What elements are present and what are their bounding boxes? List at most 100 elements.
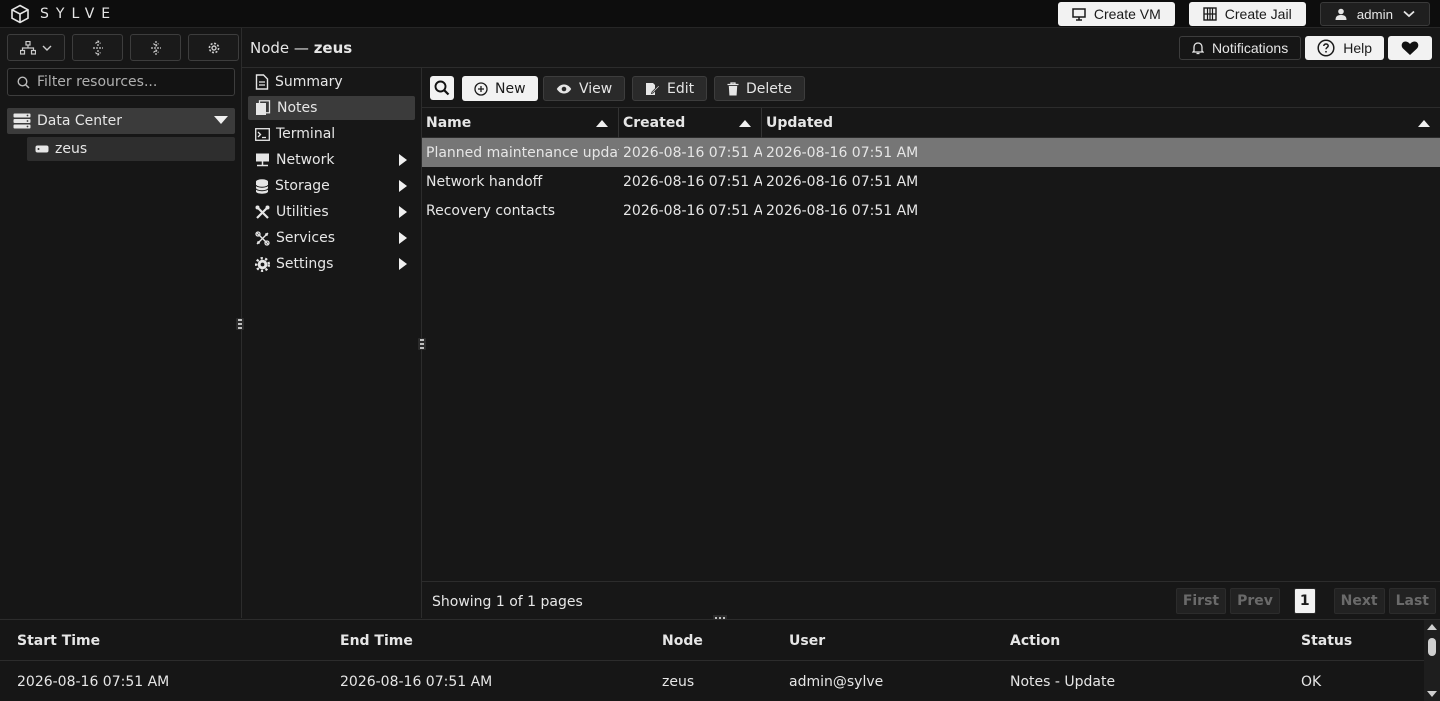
scroll-down-icon[interactable] [1427, 691, 1437, 697]
cluster-settings-button[interactable] [188, 34, 239, 61]
collapse-icon [149, 40, 163, 56]
menu-item-label: Utilities [276, 204, 329, 220]
cube-logo-icon [10, 4, 30, 24]
expand-all-button[interactable] [72, 34, 123, 61]
trash-icon [727, 81, 739, 96]
search-icon [17, 75, 30, 89]
column-label: Updated [766, 115, 834, 131]
menu-item-summary[interactable]: Summary [248, 70, 415, 94]
task-log-scrollbar[interactable] [1424, 620, 1440, 701]
menu-item-terminal[interactable]: Terminal [248, 122, 415, 146]
cell-user: admin@sylve [789, 674, 884, 690]
column-header-node[interactable]: Node [662, 633, 703, 649]
user-menu-button[interactable]: admin [1319, 2, 1430, 26]
caret-down-icon[interactable] [214, 116, 228, 124]
menu-item-settings[interactable]: Settings [248, 252, 415, 276]
column-label: Created [623, 115, 686, 131]
cell-created: 2026-08-16 07:51 AM [623, 144, 762, 161]
first-page-button[interactable]: First [1175, 588, 1227, 614]
next-page-button[interactable]: Next [1333, 588, 1385, 614]
edit-note-button[interactable]: Edit [632, 76, 708, 101]
cell-name: Network handoff [426, 173, 543, 190]
cog-icon [207, 41, 221, 55]
menu-item-services[interactable]: Services [248, 226, 415, 250]
sort-asc-icon[interactable] [596, 120, 608, 127]
cell-updated: 2026-08-16 07:51 AM [766, 144, 919, 161]
help-circle-icon [1317, 39, 1335, 57]
cell-created: 2026-08-16 07:51 AM [623, 202, 762, 219]
notes-icon [255, 100, 271, 116]
resource-filter[interactable] [7, 68, 235, 96]
column-header-action[interactable]: Action [1010, 633, 1060, 649]
filter-resources-input[interactable] [37, 74, 227, 90]
pagination-status: Showing 1 of 1 pages [432, 594, 583, 610]
node-menu: Summary Notes Terminal Network Storage U… [242, 68, 422, 618]
tree-item-node[interactable]: zeus [27, 137, 235, 161]
menu-item-utilities[interactable]: Utilities [248, 200, 415, 224]
create-jail-label: Create Jail [1224, 6, 1292, 22]
plus-circle-icon [474, 81, 488, 96]
chevron-down-icon [1403, 10, 1415, 18]
cell-end-time: 2026-08-16 07:51 AM [340, 674, 493, 690]
column-header-start-time[interactable]: Start Time [17, 633, 100, 649]
file-icon [255, 74, 269, 90]
search-icon [434, 80, 450, 96]
title-node-name: zeus [313, 39, 353, 57]
datacenter-label: Data Center [37, 113, 122, 129]
menu-item-label: Services [276, 230, 336, 246]
user-icon [1335, 8, 1347, 20]
delete-label: Delete [746, 80, 792, 97]
prev-page-button[interactable]: Prev [1230, 588, 1280, 614]
table-row[interactable]: Network handoff 2026-08-16 07:51 AM 2026… [422, 167, 1440, 196]
node-header: Node — zeus Notifications Help [242, 28, 1440, 68]
column-header-end-time[interactable]: End Time [340, 633, 413, 649]
sort-asc-icon[interactable] [1418, 120, 1430, 127]
hierarchy-icon [20, 40, 36, 55]
create-jail-button[interactable]: Create Jail [1188, 2, 1306, 26]
cell-node: zeus [662, 674, 695, 690]
menu-item-label: Summary [275, 74, 343, 90]
new-note-button[interactable]: New [462, 76, 538, 101]
collapse-all-button[interactable] [130, 34, 181, 61]
services-icon [255, 230, 270, 246]
help-button[interactable]: Help [1305, 36, 1384, 60]
notifications-button[interactable]: Notifications [1178, 36, 1302, 60]
title-prefix: Node — [250, 39, 314, 57]
brand[interactable]: SYLVE [0, 4, 117, 24]
last-page-button[interactable]: Last [1388, 588, 1436, 614]
table-row[interactable]: Planned maintenance updated 2026-08-16 0… [422, 138, 1440, 167]
table-header: Name Created Updated [422, 108, 1440, 138]
cell-updated: 2026-08-16 07:51 AM [766, 173, 919, 190]
tree-item-datacenter[interactable]: Data Center [7, 108, 235, 134]
scroll-up-icon[interactable] [1427, 624, 1437, 630]
menu-item-notes[interactable]: Notes [248, 96, 415, 120]
sort-asc-icon[interactable] [739, 120, 751, 127]
chevron-right-icon [399, 258, 407, 270]
heart-icon [1401, 40, 1419, 56]
search-button[interactable] [430, 76, 454, 100]
menu-item-storage[interactable]: Storage [248, 174, 415, 198]
page-title: Node — zeus [250, 39, 352, 57]
scrollbar-thumb[interactable] [1428, 638, 1436, 656]
column-header-user[interactable]: User [789, 633, 825, 649]
chevron-right-icon [399, 154, 407, 166]
help-label: Help [1343, 40, 1372, 56]
view-mode-dropdown[interactable] [7, 34, 65, 61]
top-bar: SYLVE Create VM Create Jail admin [0, 0, 1440, 28]
column-header-name[interactable]: Name [422, 108, 619, 138]
create-vm-button[interactable]: Create VM [1057, 2, 1175, 26]
gear-icon [255, 256, 270, 272]
edit-label: Edit [667, 80, 695, 97]
column-header-updated[interactable]: Updated [762, 108, 1440, 138]
view-note-button[interactable]: View [543, 76, 626, 101]
current-page-button[interactable]: 1 [1293, 588, 1316, 614]
menu-item-network[interactable]: Network [248, 148, 415, 172]
menu-item-label: Storage [275, 178, 330, 194]
column-header-created[interactable]: Created [619, 108, 762, 138]
column-header-status[interactable]: Status [1301, 633, 1352, 649]
database-icon [255, 178, 269, 194]
delete-note-button[interactable]: Delete [714, 76, 805, 101]
table-row[interactable]: Recovery contacts 2026-08-16 07:51 AM 20… [422, 196, 1440, 225]
donate-button[interactable] [1388, 36, 1432, 60]
jail-icon [1203, 7, 1217, 21]
